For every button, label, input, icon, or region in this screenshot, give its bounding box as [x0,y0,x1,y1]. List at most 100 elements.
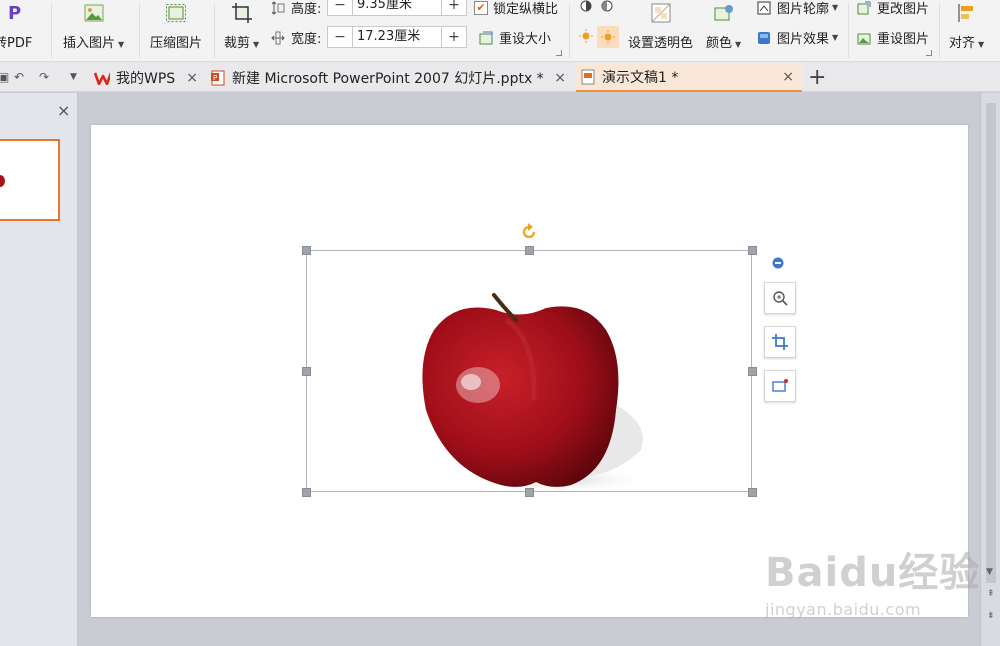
reset-size-label: 重设大小 [499,32,552,47]
height-icon [270,0,286,16]
tab-label: 我的WPS [116,70,176,87]
change-picture-label: 更改图片 [877,2,930,17]
new-tab-icon[interactable]: + [808,65,826,90]
crop-icon [772,334,788,350]
watermark-url: jingyan.baidu.com [765,600,922,619]
width-decrease-button[interactable]: − [327,26,353,48]
align-button[interactable]: 对齐 ▼ [949,2,984,51]
document-tab-bar: ▣ ↶ ↷ ▼ 我的WPS × P 新建 Microsoft PowerPoin… [0,62,1000,92]
compress-picture-button[interactable]: 压缩图片 [150,2,202,51]
dropdown-caret-icon: ▼ [253,40,260,49]
ribbon-divider [51,4,52,58]
align-icon [956,2,978,24]
collapse-toolbar-icon[interactable] [772,257,784,269]
height-stepper[interactable]: − 9.35厘米 + [327,0,467,16]
close-tab-icon[interactable]: × [554,70,566,86]
width-increase-button[interactable]: + [441,26,467,48]
close-tab-icon[interactable]: × [782,69,794,85]
scrollbar-thumb[interactable] [986,103,996,583]
resize-handle-left[interactable] [302,367,311,376]
close-panel-icon[interactable]: × [57,101,70,120]
ribbon-divider [214,4,215,58]
save-icon[interactable]: ▣ [0,70,9,84]
wps-presentation-window: P 转PDF 插入图片 ▼ 压缩图片 裁剪 ▼ 高度: − 9.35厘米 + 宽… [0,0,1000,646]
reset-picture-button[interactable]: 重设图片 [856,28,929,47]
quick-access-menu-icon[interactable]: ▼ [70,72,77,82]
picture-effects-button[interactable]: 图片效果 ▼ [756,28,838,47]
apple-thumbnail-icon [0,175,5,187]
contrast-decrease-button[interactable] [601,0,613,12]
sun-icon [579,29,593,43]
watermark-logo: Baidu经验 [765,550,981,596]
compress-picture-icon [165,2,187,24]
set-transparent-color-label: 设置透明色 [628,36,694,51]
resize-handle-bottom-right[interactable] [748,488,757,497]
redo-icon[interactable]: ↷ [39,70,49,84]
height-label: 高度: [291,2,322,17]
svg-text:P: P [213,74,217,82]
width-input[interactable]: 17.23厘米 [353,26,441,48]
lock-aspect-checkbox[interactable]: ✔ 锁定纵横比 [474,0,558,17]
crop-picture-button[interactable] [764,326,796,358]
width-icon [270,30,286,46]
picture-effects-label: 图片效果 [777,32,830,47]
contrast-increase-button[interactable] [580,0,592,12]
crop-button[interactable]: 裁剪 ▼ [224,2,259,51]
to-pdf-button[interactable]: P 转PDF [0,2,32,51]
dropdown-caret-icon: ▼ [832,33,839,42]
wps-logo-icon [94,70,110,86]
scroll-down-arrow-icon[interactable]: ▼ [986,567,993,577]
rotate-handle-icon[interactable] [520,223,538,241]
reset-size-button[interactable]: 重设大小 [478,28,551,47]
height-input[interactable]: 9.35厘米 [353,0,441,16]
resize-handle-top-left[interactable] [302,246,311,255]
undo-icon[interactable]: ↶ [14,70,24,84]
resize-handle-right[interactable] [748,367,757,376]
dialog-launcher-icon[interactable] [926,50,932,56]
picture-tools-ribbon: P 转PDF 插入图片 ▼ 压缩图片 裁剪 ▼ 高度: − 9.35厘米 + 宽… [0,0,1000,62]
picture-layout-button[interactable] [764,370,796,402]
picture-outline-label: 图片轮廓 [777,2,830,17]
tab-label: 演示文稿1 * [602,69,679,86]
resize-handle-bottom[interactable] [525,488,534,497]
height-decrease-button[interactable]: − [327,0,353,16]
resize-handle-top[interactable] [525,246,534,255]
set-transparent-color-button[interactable]: 设置透明色 [628,2,693,51]
color-button[interactable]: 颜色 ▼ [706,2,741,51]
resize-handle-top-right[interactable] [748,246,757,255]
svg-text:P: P [8,3,21,24]
crop-label: 裁剪 [224,36,251,51]
tab-new-pptx[interactable]: P 新建 Microsoft PowerPoint 2007 幻灯片.pptx … [210,63,574,92]
picture-outline-button[interactable]: 图片轮廓 ▼ [756,0,838,17]
dropdown-caret-icon: ▼ [978,40,985,49]
baidu-jingyan-watermark: Baidu经验 jingyan.baidu.com [765,540,980,619]
next-slide-icon[interactable]: ⇟ [987,611,995,621]
insert-picture-button[interactable]: 插入图片 ▼ [63,2,124,51]
close-tab-icon[interactable]: × [186,70,198,86]
width-field-group: 宽度: [270,28,321,47]
dialog-launcher-icon[interactable] [556,50,562,56]
width-stepper[interactable]: − 17.23厘米 + [327,26,467,48]
tab-presentation-1[interactable]: 演示文稿1 * × [576,63,802,92]
align-label: 对齐 [949,36,976,51]
dropdown-caret-icon: ▼ [118,40,125,49]
height-increase-button[interactable]: + [441,0,467,16]
slide-thumbnail[interactable] [0,139,60,221]
insert-picture-label: 插入图片 [63,36,116,51]
tab-my-wps[interactable]: 我的WPS × [94,63,206,92]
picture-icon [83,2,105,24]
slide-thumbnail-panel: × [0,93,78,646]
lock-aspect-label: 锁定纵横比 [493,2,559,17]
ribbon-divider [939,4,940,58]
brightness-decrease-button[interactable] [597,26,619,48]
pptx-file-icon: P [210,70,226,86]
change-picture-button[interactable]: 更改图片 [856,0,929,17]
vertical-scrollbar[interactable]: ▼ ⇞ ⇟ [980,93,1000,646]
reset-size-icon [478,30,494,46]
previous-slide-icon[interactable]: ⇞ [987,589,995,599]
resize-handle-bottom-left[interactable] [302,488,311,497]
brightness-increase-button[interactable] [579,29,593,43]
contrast-icon [601,0,613,12]
zoom-picture-button[interactable] [764,282,796,314]
selection-frame [306,250,752,492]
